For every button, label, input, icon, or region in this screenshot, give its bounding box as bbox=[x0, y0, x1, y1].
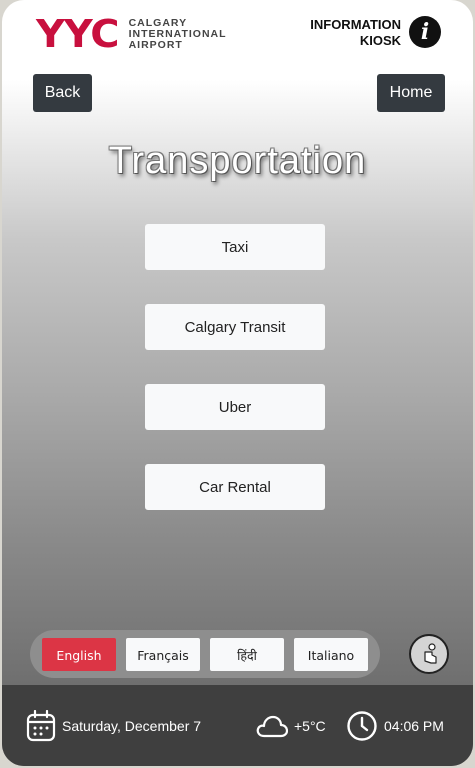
time-text: 04:06 PM bbox=[384, 717, 444, 734]
uber-button[interactable]: Uber bbox=[145, 384, 325, 430]
kiosk-screen: YYC CALGARY INTERNATIONAL AIRPORT INFORM… bbox=[2, 0, 473, 766]
clock-icon bbox=[347, 710, 377, 741]
car-rental-button[interactable]: Car Rental bbox=[145, 464, 325, 510]
page-title: Transportation bbox=[108, 140, 367, 182]
accessibility-icon bbox=[424, 643, 437, 664]
footer: Saturday, December 7 +5°C 04:06 PM bbox=[2, 685, 473, 766]
calgary-transit-button[interactable]: Calgary Transit bbox=[145, 304, 325, 350]
logo-line: INTERNATIONAL bbox=[128, 27, 227, 40]
kiosk-title: INFORMATION KIOSK bbox=[310, 17, 401, 49]
airport-logo: YYC CALGARY INTERNATIONAL AIRPORT bbox=[36, 14, 227, 54]
header: YYC CALGARY INTERNATIONAL AIRPORT INFORM… bbox=[2, 0, 473, 70]
temperature-text: +5°C bbox=[294, 717, 326, 734]
logo-text: CALGARY INTERNATIONAL AIRPORT bbox=[128, 16, 227, 51]
language-francais[interactable]: Français bbox=[126, 638, 200, 671]
language-hindi[interactable]: हिंदी bbox=[210, 638, 284, 671]
language-english[interactable]: English bbox=[42, 638, 116, 671]
logo-mark: YYC bbox=[36, 12, 120, 56]
date-text: Saturday, December 7 bbox=[62, 717, 202, 734]
time-display: 04:06 PM bbox=[346, 685, 444, 766]
date-display: Saturday, December 7 bbox=[26, 685, 201, 766]
cloud-icon bbox=[256, 715, 288, 737]
calendar-icon bbox=[26, 709, 56, 741]
taxi-button[interactable]: Taxi bbox=[145, 224, 325, 270]
logo-line: CALGARY bbox=[128, 16, 188, 29]
language-selector: English Français हिंदी Italiano bbox=[30, 630, 380, 678]
kiosk-title-line1: INFORMATION bbox=[310, 17, 401, 32]
accessibility-button[interactable] bbox=[409, 634, 449, 674]
weather-display: +5°C bbox=[256, 685, 326, 766]
logo-line: AIRPORT bbox=[128, 38, 183, 51]
back-button[interactable]: Back bbox=[33, 74, 92, 112]
kiosk-title-line2: KIOSK bbox=[359, 33, 401, 48]
info-icon[interactable]: i bbox=[409, 16, 441, 48]
home-button[interactable]: Home bbox=[377, 74, 445, 112]
language-italiano[interactable]: Italiano bbox=[294, 638, 368, 671]
